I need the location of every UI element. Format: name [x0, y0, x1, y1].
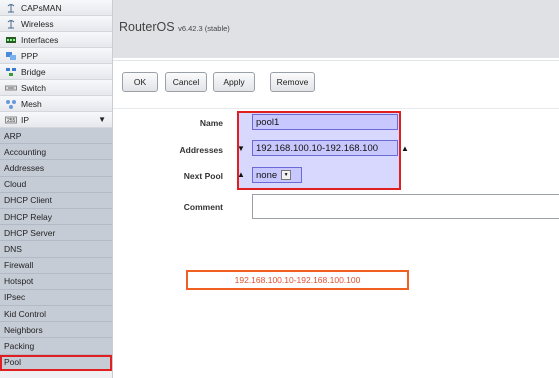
expand-arrow-icon[interactable]: ▲ [401, 144, 409, 153]
sidebar-item-switch[interactable]: Switch [0, 80, 112, 96]
ip-icon: 255 [5, 115, 17, 125]
sidebar-subitem-dns[interactable]: DNS [0, 241, 112, 258]
sidebar-subitem-ipsec[interactable]: IPsec [0, 289, 112, 307]
sidebar-item-ppp[interactable]: PPP [0, 48, 112, 64]
chevron-down-icon: ▼ [98, 115, 106, 124]
sidebar-subitem-dhcp-relay[interactable]: DHCP Relay [0, 208, 112, 226]
comment-label: Comment [183, 202, 223, 212]
sidebar-subitem-kid-control[interactable]: Kid Control [0, 306, 112, 323]
sidebar-item-label: Mesh [21, 98, 42, 109]
sidebar-subitem-firewall[interactable]: Firewall [0, 257, 112, 274]
sidebar-subitem-accounting[interactable]: Accounting [0, 144, 112, 161]
sidebar: CAPsMAN Wireless Interfaces PPP Bridge S… [0, 0, 113, 378]
addresses-label: Addresses [179, 145, 223, 155]
sidebar-item-label: PPP [21, 50, 39, 61]
remove-button[interactable]: Remove [270, 72, 315, 92]
mesh-icon [5, 99, 17, 109]
apply-button[interactable]: Apply [213, 72, 255, 92]
expand-arrow-icon[interactable]: ▲ [237, 170, 245, 179]
title-bar: RouterOS v6.42.3 (stable) [113, 0, 559, 58]
sidebar-subitem-packing[interactable]: Packing [0, 338, 112, 355]
switch-icon [5, 83, 17, 93]
dropdown-chevron-icon: ▼ [281, 170, 292, 180]
svg-text:255: 255 [7, 118, 16, 124]
sidebar-item-label: CAPsMAN [21, 2, 62, 13]
bridge-icon [5, 67, 17, 77]
sidebar-subitem-addresses[interactable]: Addresses [0, 160, 112, 177]
sidebar-subitem-arp[interactable]: ARP [0, 128, 112, 145]
sidebar-subitem-dhcp-client[interactable]: DHCP Client [0, 192, 112, 209]
sidebar-subitem-pool[interactable]: Pool [0, 354, 112, 371]
name-field[interactable]: pool1 [252, 114, 398, 130]
ok-button[interactable]: OK [122, 72, 158, 92]
sidebar-item-label: Switch [21, 82, 47, 93]
sidebar-subitem-dhcp-server[interactable]: DHCP Server [0, 225, 112, 242]
toolbar-divider [113, 60, 559, 61]
comment-field[interactable] [252, 194, 559, 219]
collapse-arrow-icon[interactable]: ▼ [237, 144, 245, 153]
ip-submenu: ARP Accounting Addresses Cloud DHCP Client DH… [0, 128, 112, 371]
page-title: RouterOS v6.42.3 (stable) [119, 20, 230, 34]
cancel-button[interactable]: Cancel [165, 72, 207, 92]
sidebar-item-label: Interfaces [21, 34, 59, 45]
next-pool-select[interactable]: none ▼ [252, 167, 302, 183]
sidebar-item-label: IP [21, 114, 30, 125]
sidebar-subitem-neighbors[interactable]: Neighbors [0, 322, 112, 339]
sidebar-subitem-hotspot[interactable]: Hotspot [0, 273, 112, 290]
ppp-icon [5, 51, 17, 61]
sidebar-item-ip[interactable]: 255 IP ▼ [0, 112, 112, 128]
main-panel: RouterOS v6.42.3 (stable) OK Cancel Appl… [113, 0, 559, 378]
next-pool-label: Next Pool [183, 171, 223, 181]
sidebar-item-mesh[interactable]: Mesh [0, 96, 112, 112]
sidebar-item-label: Bridge [21, 66, 46, 77]
addresses-field[interactable]: 192.168.100.10-192.168.100 [252, 140, 398, 156]
sidebar-item-wireless[interactable]: Wireless [0, 16, 112, 32]
sidebar-item-bridge[interactable]: Bridge [0, 64, 112, 80]
sidebar-item-capsman[interactable]: CAPsMAN [0, 0, 112, 16]
sidebar-item-label: Wireless [21, 18, 54, 29]
antenna-icon [5, 19, 17, 29]
range-annotation: 192.168.100.10-192.168.100.100 [186, 270, 409, 290]
interfaces-icon [5, 35, 17, 45]
sidebar-subitem-cloud[interactable]: Cloud [0, 176, 112, 193]
name-label: Name [199, 118, 223, 128]
version-label: v6.42.3 (stable) [178, 24, 230, 33]
form-divider [113, 108, 559, 109]
sidebar-item-interfaces[interactable]: Interfaces [0, 32, 112, 48]
antenna-icon [5, 3, 17, 13]
